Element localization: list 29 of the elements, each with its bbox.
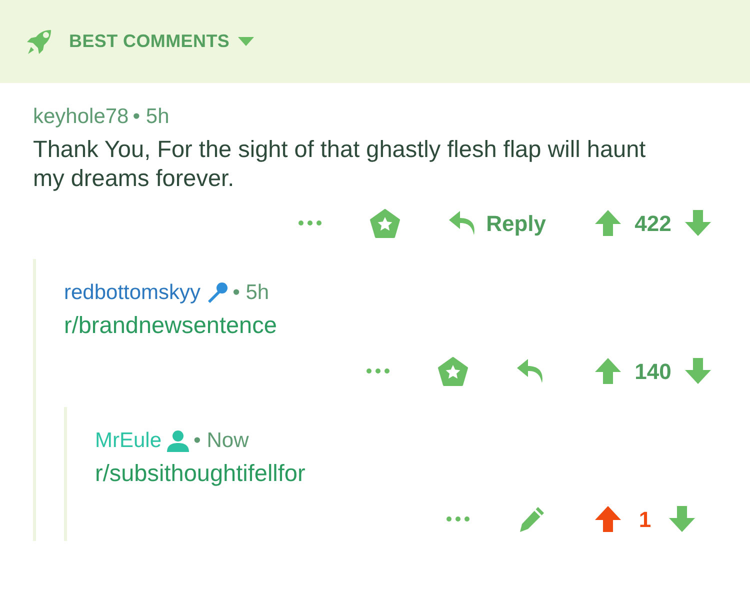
- more-button[interactable]: [298, 220, 322, 226]
- comment-time: • 5h: [132, 104, 170, 130]
- more-button[interactable]: [446, 516, 470, 522]
- vote-score: 422: [634, 210, 672, 238]
- more-button[interactable]: [366, 368, 390, 374]
- reply-button[interactable]: Reply: [448, 206, 546, 240]
- username-link[interactable]: MrEule: [95, 427, 162, 455]
- upvote-button[interactable]: [594, 505, 622, 533]
- username-link[interactable]: keyhole78: [33, 103, 129, 131]
- subreddit-link[interactable]: r/brandnewsentence: [64, 311, 277, 340]
- downvote-button[interactable]: [684, 209, 712, 237]
- upvote-button[interactable]: [594, 357, 622, 385]
- upvote-button[interactable]: [594, 209, 622, 237]
- caret-icon: [238, 36, 254, 46]
- vote-score: 1: [638, 506, 652, 534]
- comment-text: Thank You, For the sight of that ghastly flesh flap will haunt my dreams forever.: [33, 135, 647, 193]
- comment-time: • Now: [194, 428, 249, 454]
- edit-button[interactable]: [518, 505, 546, 533]
- rocket-icon: [25, 28, 53, 56]
- award-button[interactable]: [370, 208, 400, 238]
- award-button[interactable]: [438, 356, 468, 386]
- subreddit-link[interactable]: r/subsithoughtifellfor: [95, 459, 306, 488]
- downvote-button[interactable]: [668, 505, 696, 533]
- username-link[interactable]: redbottomskyy: [64, 279, 201, 307]
- person-icon: [166, 429, 190, 453]
- downvote-button[interactable]: [684, 357, 712, 385]
- comment-time: • 5h: [232, 280, 270, 306]
- vote-score: 140: [634, 358, 672, 386]
- sort-dropdown[interactable]: BEST COMMENTS: [69, 28, 254, 55]
